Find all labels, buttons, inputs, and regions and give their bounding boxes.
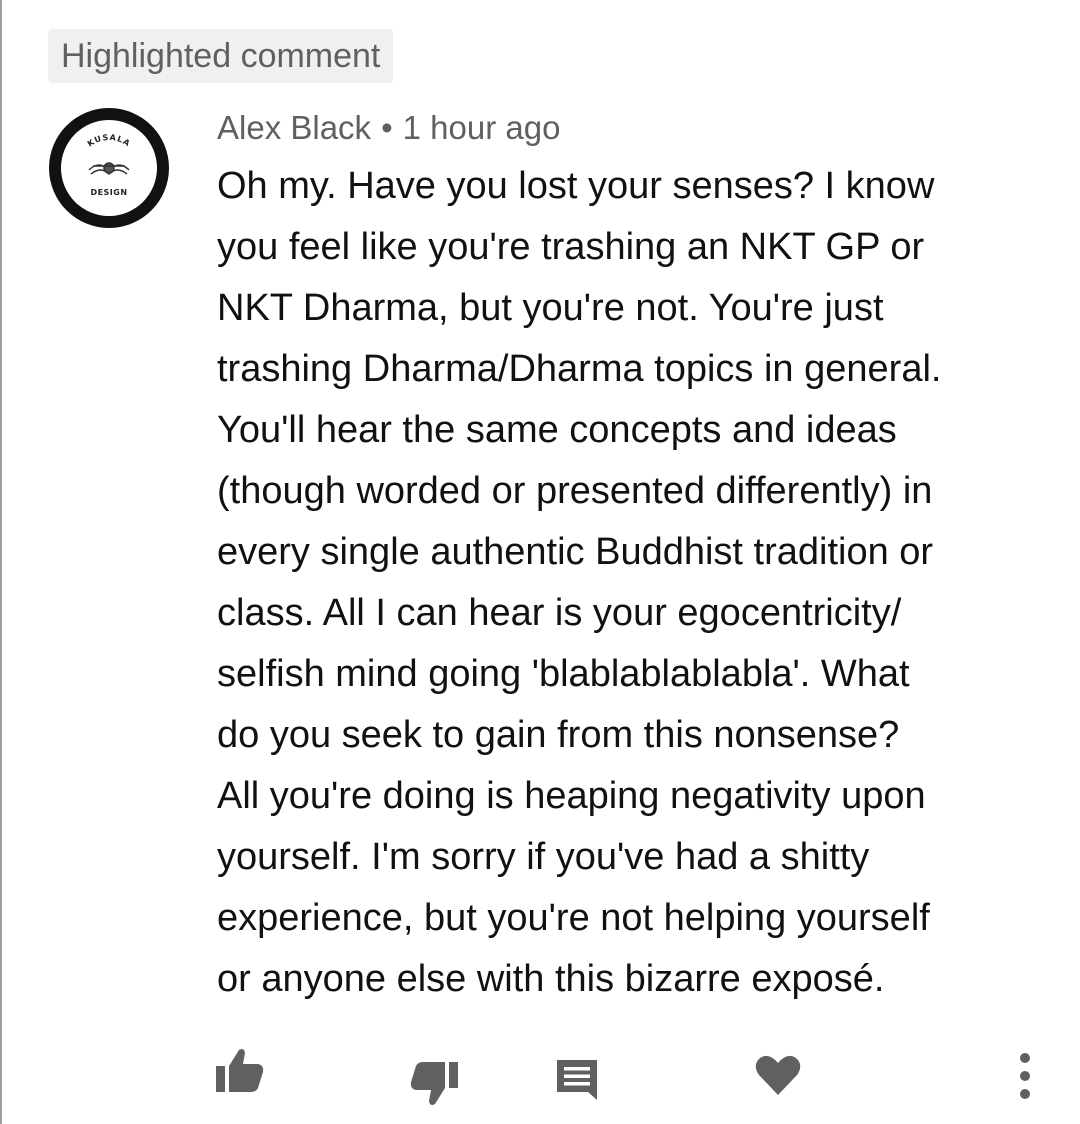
comment-line: (though worded or presented differently)… — [217, 470, 933, 512]
comment-line: trashing Dharma/Dharma topics in general… — [217, 348, 942, 390]
comment-line: yourself. I'm sorry if you've had a shit… — [217, 836, 870, 878]
comment-meta: Alex Black • 1 hour ago — [217, 106, 560, 150]
author-name[interactable]: Alex Black — [217, 109, 371, 146]
highlighted-comment-badge: Highlighted comment — [48, 29, 394, 83]
dislike-button[interactable] — [408, 1058, 460, 1108]
like-button[interactable] — [214, 1046, 266, 1096]
comment-line: every single authentic Buddhist traditio… — [217, 531, 934, 573]
comment-line: you feel like you're trashing an NKT GP … — [217, 226, 925, 268]
comment-body: Oh my. Have you lost your senses? I know… — [217, 156, 1047, 1010]
comment-line: Oh my. Have you lost your senses? I know — [217, 165, 935, 207]
meta-separator: • — [381, 109, 393, 146]
frame-edge — [0, 0, 2, 1124]
avatar[interactable]: KUSALA DESIGN — [49, 108, 169, 228]
comment-icon — [557, 1060, 597, 1100]
comment-line: do you seek to gain from this nonsense? — [217, 714, 900, 756]
comment-line: or anyone else with this bizarre exposé. — [217, 958, 885, 1000]
comment-line: selfish mind going 'blablablablabla'. Wh… — [217, 653, 910, 695]
more-vertical-icon — [1020, 1053, 1030, 1099]
thumb-down-icon — [410, 1062, 458, 1105]
heart-button[interactable] — [754, 1053, 802, 1097]
avatar-logo: KUSALA DESIGN — [61, 120, 157, 216]
comment-line: class. All I can hear is your egocentric… — [217, 592, 902, 634]
avatar-brand-bottom: DESIGN — [90, 188, 127, 197]
thumb-up-icon — [216, 1049, 264, 1092]
comment-line: All you're doing is heaping negativity u… — [217, 775, 926, 817]
comment-line: NKT Dharma, but you're not. You're just — [217, 287, 884, 329]
comment-line: You'll hear the same concepts and ideas — [217, 409, 897, 451]
comment-line: experience, but you're not helping yours… — [217, 897, 930, 939]
heart-icon — [755, 1055, 801, 1095]
reply-button[interactable] — [553, 1056, 601, 1104]
more-options-button[interactable] — [1008, 1050, 1042, 1102]
comment-timestamp[interactable]: 1 hour ago — [403, 109, 561, 146]
